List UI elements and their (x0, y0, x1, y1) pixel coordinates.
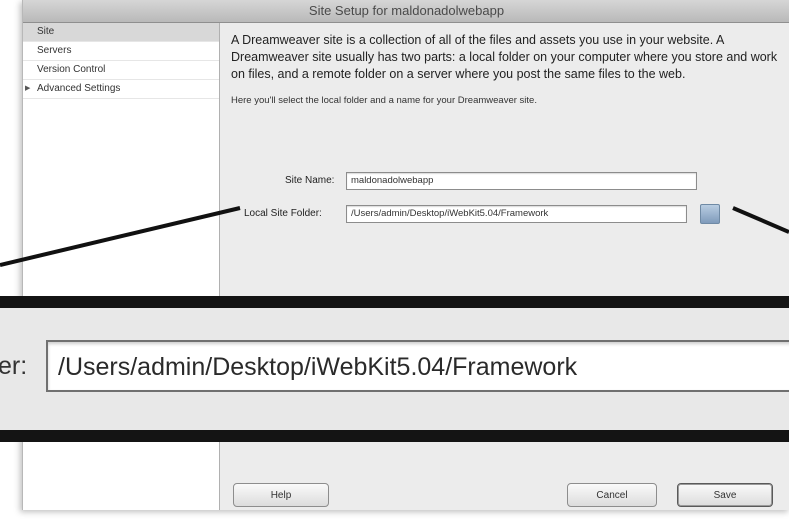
help-button[interactable]: Help (233, 483, 329, 507)
sidebar-item-label: Site (37, 26, 55, 37)
sidebar-item-site[interactable]: Site (23, 23, 219, 42)
site-name-row: Site Name: maldonadolwebapp (231, 172, 771, 190)
intro-text: A Dreamweaver site is a collection of al… (231, 33, 778, 81)
cancel-button[interactable]: Cancel (567, 483, 657, 507)
dialog-title: Site Setup for maldonadolwebapp (23, 0, 789, 23)
save-button[interactable]: Save (677, 483, 773, 507)
site-panel: A Dreamweaver site is a collection of al… (231, 32, 783, 106)
disclosure-triangle-icon[interactable]: ▶ (25, 80, 30, 98)
local-folder-row: Local Site Folder: /Users/admin/Desktop/… (231, 204, 771, 224)
site-name-label: Site Name: (285, 175, 335, 186)
local-folder-label: Local Site Folder: (244, 208, 322, 219)
zoom-inset: er: /Users/admin/Desktop/iWebKit5.04/Fra… (0, 296, 789, 442)
sidebar-item-label: Advanced Settings (37, 83, 121, 94)
sidebar-item-advanced-settings[interactable]: ▶ Advanced Settings (23, 80, 219, 99)
zoom-local-folder-field: /Users/admin/Desktop/iWebKit5.04/Framewo… (46, 340, 789, 392)
sidebar-item-label: Servers (37, 45, 72, 56)
local-folder-field[interactable]: /Users/admin/Desktop/iWebKit5.04/Framewo… (346, 205, 687, 223)
folder-icon[interactable] (700, 204, 720, 224)
sidebar-item-servers[interactable]: Servers (23, 42, 219, 61)
sidebar-item-label: Version Control (37, 64, 106, 75)
zoom-label: er: (0, 352, 28, 380)
site-name-field[interactable]: maldonadolwebapp (346, 172, 697, 190)
hint-text: Here you'll select the local folder and … (231, 95, 537, 106)
sidebar-item-version-control[interactable]: Version Control (23, 61, 219, 80)
